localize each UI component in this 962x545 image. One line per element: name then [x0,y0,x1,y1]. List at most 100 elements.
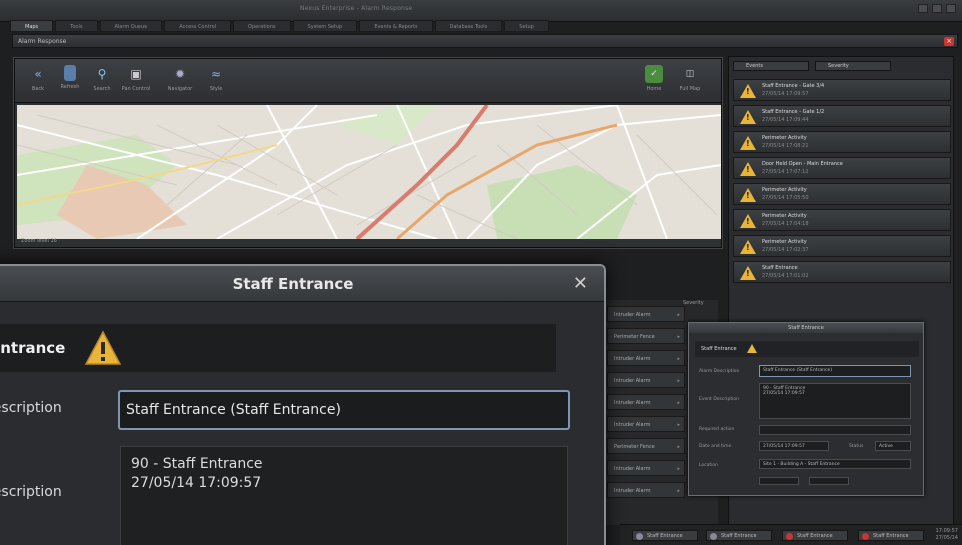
tab-operations[interactable]: Operations [233,20,291,32]
close-window-button[interactable] [946,4,956,13]
event-item[interactable]: Staff Entrance - Gate 3/4 27/05/14 17:09… [733,79,951,101]
chevron-right-icon: ▸ [677,312,680,318]
list-item-label: Intruder Alarm [614,356,651,362]
alarm-tray-button[interactable]: Staff Entrance [782,530,848,541]
list-item[interactable]: Intruder Alarm ▸ [607,394,685,410]
date-time-field[interactable]: 27/05/14 17:09:57 [759,441,829,451]
alarm-description-label: Description [0,400,62,416]
events-filter-dropdown[interactable]: Events [733,61,809,71]
alarm-description-field[interactable]: Staff Entrance (Staff Entrance) [118,390,570,430]
tool-search-label: Search [93,86,111,92]
dialog-header: Staff Entrance ✕ [0,266,604,302]
chevron-right-icon: ▸ [677,422,680,428]
list-item[interactable]: Intruder Alarm ▸ [607,350,685,366]
tab-system-setup[interactable]: System Setup [292,20,358,32]
event-name: Staff Entrance - Gate 1/2 [762,109,825,115]
alarm-description-field[interactable]: Staff Entrance (Staff Entrance) [759,365,911,377]
event-item[interactable]: Perimeter Activity 27/05/14 17:08:21 [733,131,951,153]
list-item[interactable]: Intruder Alarm ▸ [607,460,685,476]
event-item[interactable]: Staff Entrance 27/05/14 17:01:02 [733,261,951,283]
small-dialog-button[interactable] [809,477,849,485]
bottom-status-bar: Staff Entrance Staff Entrance Staff Entr… [620,524,962,545]
checklist-icon: ✓ [645,65,663,83]
list-item[interactable]: Intruder Alarm ▸ [607,372,685,388]
event-item[interactable]: Perimeter Activity 27/05/14 17:05:50 [733,183,951,205]
wave-icon: ≈ [210,67,222,81]
alarm-tray-button[interactable]: Staff Entrance [632,530,698,541]
chevron-right-icon: ▸ [677,356,680,362]
event-name: Perimeter Activity [762,239,807,245]
alarm-tray-button[interactable]: Staff Entrance [858,530,924,541]
alarm-status-icon [710,533,717,540]
event-description-area[interactable]: 90 - Staff Entrance 27/05/14 17:09:57 [759,383,911,419]
tab-tools[interactable]: Tools [55,20,98,32]
camera-icon: ▣ [130,67,142,81]
location-field[interactable]: Site 1 - Building A - Staff Entrance [759,459,911,469]
window-title: Nexus Enterprise - Alarm Response [300,5,413,12]
event-item[interactable]: Staff Entrance - Gate 1/2 27/05/14 17:09… [733,105,951,127]
tab-access-control[interactable]: Access Control [164,20,232,32]
tool-style[interactable]: ≈ Style [201,65,231,92]
required-action-field[interactable] [759,425,911,435]
tool-navigator[interactable]: ✹ Navigator [165,65,195,92]
list-item[interactable]: Intruder Alarm ▸ [607,416,685,432]
status-label: Status [849,444,864,449]
street-map[interactable] [17,105,721,239]
event-time: 27/05/14 17:01:02 [762,273,809,279]
tool-home[interactable]: ✓ Home [639,65,669,92]
list-item[interactable]: Perimeter Fence ▸ [607,328,685,344]
small-dialog-title: Staff Entrance [689,323,923,333]
event-description-area[interactable]: 90 - Staff Entrance 27/05/14 17:09:57 [120,446,568,545]
warning-icon [740,110,756,124]
event-description-label: Description [0,484,62,500]
tool-refresh[interactable]: Refresh [55,65,85,90]
alarm-status-icon [786,533,793,540]
alarm-tray-button[interactable]: Staff Entrance [706,530,772,541]
list-item-label: Intruder Alarm [614,312,651,318]
small-dialog-button[interactable] [759,477,799,485]
chevron-right-icon: ▸ [677,444,680,450]
tool-home-label: Home [646,86,662,92]
warning-icon [740,188,756,202]
warning-icon [740,136,756,150]
warning-icon [740,240,756,254]
tab-events-reports[interactable]: Events & Reports [359,20,433,32]
alarm-detail-dialog-small: Staff Entrance Staff Entrance Alarm Desc… [688,322,924,496]
tab-alarm-queue[interactable]: Alarm Queue [99,20,163,32]
dialog-title: Staff Entrance [232,275,354,293]
event-time: 27/05/14 17:09:57 [762,91,809,97]
list-item-label: Intruder Alarm [614,378,651,384]
tool-full-map[interactable]: ◫ Full Map [675,65,705,92]
status-field[interactable]: Active [875,441,911,451]
severity-filter-dropdown[interactable]: Severity [815,61,891,71]
list-item-label: Intruder Alarm [614,488,651,494]
tool-back-label: Back [31,86,45,92]
document-icon [64,65,76,81]
list-item[interactable]: Perimeter Fence ▸ [607,438,685,454]
tab-setup[interactable]: Setup [504,20,549,32]
event-item[interactable]: Door Held Open - Main Entrance 27/05/14 … [733,157,951,179]
tool-back[interactable]: « Back [23,65,53,92]
tool-full-map-label: Full Map [679,86,701,92]
list-item[interactable]: Intruder Alarm ▸ [607,482,685,498]
event-description-line: 27/05/14 17:09:57 [763,391,805,396]
app-close-button[interactable]: × [944,37,954,46]
tool-search[interactable]: ⚲ Search [87,65,117,92]
close-icon[interactable]: ✕ [573,273,588,294]
event-item[interactable]: Perimeter Activity 27/05/14 17:04:18 [733,209,951,231]
gear-icon: ✹ [174,67,186,81]
tab-maps[interactable]: Maps [10,20,54,32]
tool-pan-control[interactable]: ▣ Pan Control [121,65,151,92]
list-item-label: Perimeter Fence [614,444,655,450]
event-time: 27/05/14 17:02:37 [762,247,809,253]
date-time-label: Date and time [699,444,732,449]
event-item[interactable]: Perimeter Activity 27/05/14 17:02:37 [733,235,951,257]
event-time: 27/05/14 17:07:12 [762,169,809,175]
alarm-tray-label: Staff Entrance [721,533,757,539]
tab-database-tools[interactable]: Database Tools [434,20,503,32]
maximize-button[interactable] [932,4,942,13]
list-item[interactable]: Intruder Alarm ▸ [607,306,685,322]
minimize-button[interactable] [918,4,928,13]
location-label: Location [699,463,719,468]
event-name: Perimeter Activity [762,213,807,219]
